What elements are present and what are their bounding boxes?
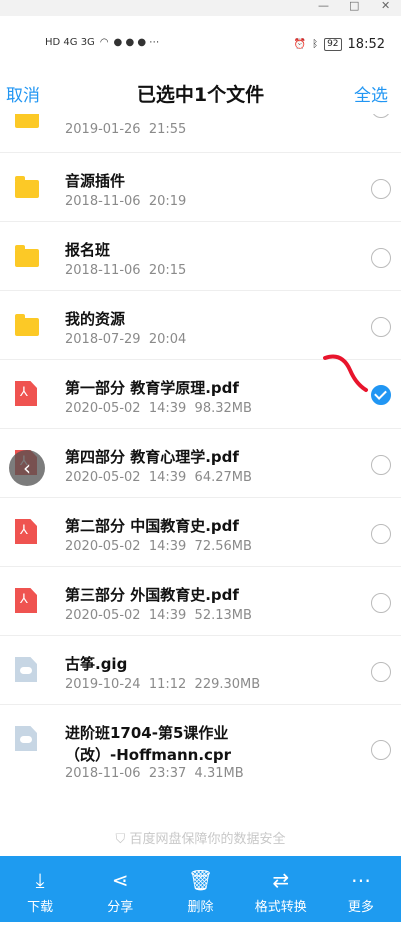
share-label: 分享 bbox=[107, 900, 134, 915]
file-name: 古筝.gig bbox=[65, 655, 128, 673]
file-meta: 2020-05-02 14:39 72.56MB bbox=[65, 539, 252, 554]
select-checkbox[interactable] bbox=[371, 114, 391, 118]
convert-icon: ⇄ bbox=[272, 868, 290, 892]
convert-button[interactable]: ⇄ 格式转换 bbox=[241, 856, 321, 922]
file-name: 第二部分 中国教育史.pdf bbox=[65, 517, 239, 535]
select-checkbox[interactable] bbox=[371, 248, 391, 268]
folder-icon bbox=[15, 245, 39, 267]
pdf-icon bbox=[15, 519, 37, 544]
list-item[interactable]: 2019-01-26 21:55 bbox=[0, 114, 401, 153]
folder-icon bbox=[15, 314, 39, 336]
pdf-icon bbox=[15, 588, 37, 613]
download-label: 下载 bbox=[27, 900, 54, 915]
selection-header: 已选中1个文件 取消 全选 bbox=[0, 70, 401, 114]
more-button[interactable]: ⋯ 更多 bbox=[321, 856, 401, 922]
shield-icon: ⛉ bbox=[115, 832, 126, 847]
more-icon: ⋯ bbox=[350, 868, 371, 892]
file-name: 音源插件 bbox=[65, 172, 126, 190]
file-meta: 2018-07-29 20:04 bbox=[65, 332, 187, 347]
notification-icons: ● ● ● ⋯ bbox=[113, 37, 160, 48]
file-name: 第一部分 教育学原理.pdf bbox=[65, 379, 239, 397]
download-button[interactable]: ⤓ 下载 bbox=[0, 856, 80, 922]
list-item[interactable]: 进阶班1704-第5课作业 （改）-Hoffmann.cpr 2018-11-0… bbox=[0, 704, 401, 794]
list-item[interactable]: 第二部分 中国教育史.pdf 2020-05-02 14:39 72.56MB bbox=[0, 497, 401, 567]
trash-icon: 🗑 bbox=[187, 868, 214, 892]
list-item[interactable]: 音源插件 2018-11-06 20:19 bbox=[0, 152, 401, 222]
download-icon: ⤓ bbox=[35, 868, 45, 892]
file-name: 第三部分 外国教育史.pdf bbox=[65, 586, 239, 604]
security-note-text: 百度网盘保障你的数据安全 bbox=[129, 832, 286, 847]
list-item[interactable]: 我的资源 2018-07-29 20:04 bbox=[0, 290, 401, 360]
file-meta: 2018-11-06 23:37 4.31MB bbox=[65, 766, 244, 781]
file-name: 第四部分 教育心理学.pdf bbox=[65, 448, 239, 466]
network-indicator: HD 4G 3G bbox=[45, 37, 95, 48]
share-button[interactable]: ⋖ 分享 bbox=[80, 856, 160, 922]
file-meta: 2018-11-06 20:19 bbox=[65, 194, 187, 209]
status-bar: HD 4G 3G ◠ ● ● ● ⋯ ⏰ ᛒ 92 18:52 bbox=[0, 34, 401, 56]
select-checkbox[interactable] bbox=[371, 455, 391, 475]
file-icon bbox=[15, 726, 37, 751]
back-arrow-icon[interactable]: ‹ bbox=[9, 450, 45, 486]
window-titlebar: — □ ✕ bbox=[0, 0, 401, 16]
file-meta: 2020-05-02 14:39 98.32MB bbox=[65, 401, 252, 416]
list-item[interactable]: 古筝.gig 2019-10-24 11:12 229.30MB bbox=[0, 635, 401, 705]
maximize-button[interactable]: □ bbox=[349, 0, 359, 12]
file-name-continued: （改）-Hoffmann.cpr bbox=[65, 746, 232, 764]
file-icon bbox=[15, 657, 37, 682]
security-note: ⛉ 百度网盘保障你的数据安全 bbox=[0, 828, 401, 847]
folder-icon bbox=[15, 114, 39, 128]
page-title: 已选中1个文件 bbox=[136, 84, 265, 106]
select-checkbox[interactable] bbox=[371, 662, 391, 682]
cancel-button[interactable]: 取消 bbox=[6, 81, 40, 106]
file-name: 报名班 bbox=[65, 241, 111, 259]
list-item[interactable]: 第三部分 外国教育史.pdf 2020-05-02 14:39 52.13MB bbox=[0, 566, 401, 636]
select-checkbox[interactable] bbox=[371, 317, 391, 337]
file-meta: 2018-11-06 20:15 bbox=[65, 263, 187, 278]
file-meta: 2019-10-24 11:12 229.30MB bbox=[65, 677, 261, 692]
list-item[interactable]: 第四部分 教育心理学.pdf 2020-05-02 14:39 64.27MB bbox=[0, 428, 401, 498]
select-checkbox[interactable] bbox=[371, 740, 391, 760]
bluetooth-icon: ᛒ bbox=[312, 39, 319, 50]
select-checkbox[interactable] bbox=[371, 524, 391, 544]
select-checkbox[interactable] bbox=[371, 179, 391, 199]
file-name: 进阶班1704-第5课作业 bbox=[65, 724, 229, 742]
file-meta: 2019-01-26 21:55 bbox=[65, 122, 187, 137]
select-checkbox-checked[interactable] bbox=[371, 385, 391, 405]
close-window-button[interactable]: ✕ bbox=[381, 0, 390, 12]
wifi-icon: ◠ bbox=[99, 37, 109, 48]
file-name: 我的资源 bbox=[65, 310, 126, 328]
delete-label: 删除 bbox=[187, 900, 214, 915]
pdf-icon bbox=[15, 381, 37, 406]
list-item[interactable]: 报名班 2018-11-06 20:15 bbox=[0, 221, 401, 291]
alarm-icon: ⏰ bbox=[293, 39, 307, 50]
select-checkbox[interactable] bbox=[371, 593, 391, 613]
delete-button[interactable]: 🗑 删除 bbox=[160, 856, 240, 922]
select-all-button[interactable]: 全选 bbox=[354, 81, 388, 106]
minimize-button[interactable]: — bbox=[318, 0, 329, 12]
red-annotation-stroke bbox=[323, 354, 368, 392]
more-label: 更多 bbox=[347, 900, 374, 915]
action-bar: ⤓ 下载 ⋖ 分享 🗑 删除 ⇄ 格式转换 ⋯ 更多 bbox=[0, 856, 401, 922]
file-meta: 2020-05-02 14:39 64.27MB bbox=[65, 470, 252, 485]
file-meta: 2020-05-02 14:39 52.13MB bbox=[65, 608, 252, 623]
convert-label: 格式转换 bbox=[254, 900, 307, 915]
file-list[interactable]: 2019-01-26 21:55 音源插件 2018-11-06 20:19 报… bbox=[0, 114, 401, 856]
status-time: 18:52 bbox=[347, 37, 385, 52]
share-icon: ⋖ bbox=[111, 868, 129, 892]
battery-indicator: 92 bbox=[324, 38, 342, 51]
folder-icon bbox=[15, 176, 39, 198]
